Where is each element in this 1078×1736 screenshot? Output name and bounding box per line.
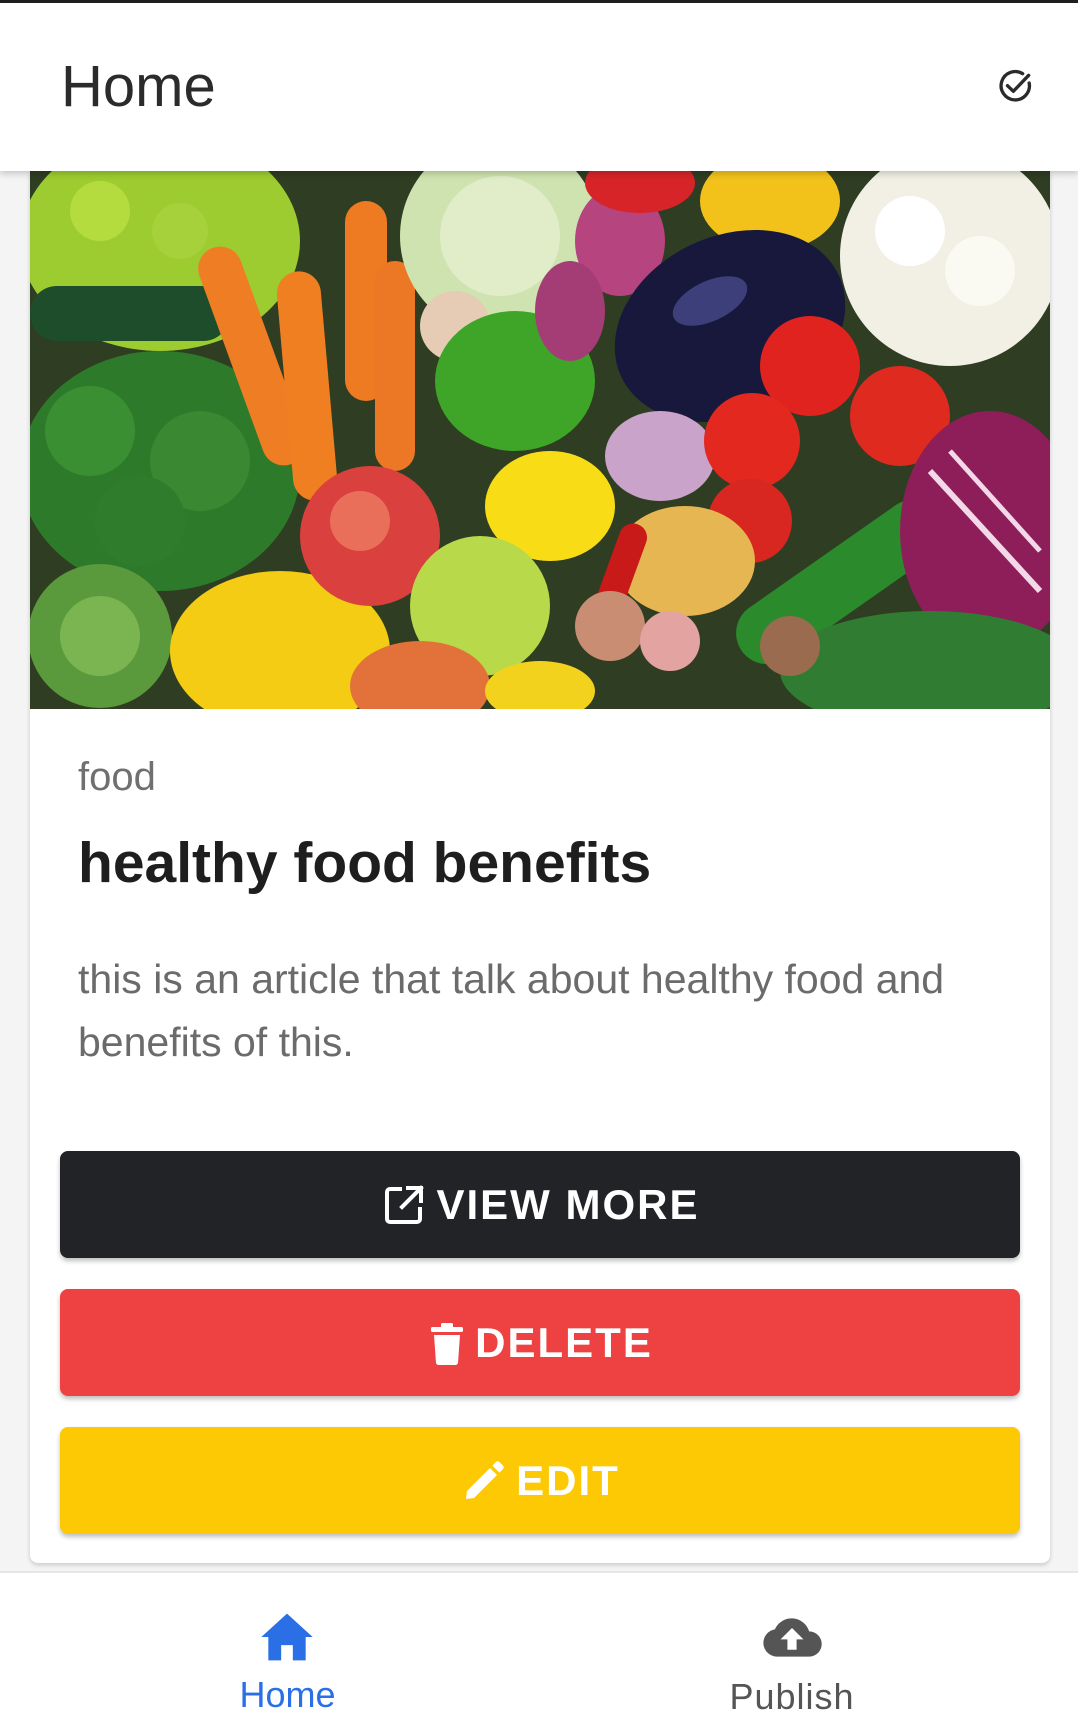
edit-button[interactable]: EDIT (60, 1427, 1020, 1534)
edit-label: EDIT (516, 1456, 620, 1504)
nav-item-home[interactable]: Home (0, 1573, 539, 1736)
screen: Home food healthy food benefits this is … (0, 0, 1078, 1736)
article-description: this is an article that talk about healt… (78, 956, 945, 1065)
nav-item-publish[interactable]: Publish (539, 1573, 1078, 1736)
page-title: Home (61, 54, 216, 119)
check-circle-icon (999, 69, 1032, 102)
delete-label: DELETE (475, 1318, 653, 1366)
check-button[interactable] (990, 61, 1040, 111)
view-more-button[interactable]: VIEW MORE (60, 1151, 1020, 1258)
home-icon (259, 1609, 315, 1665)
content-area: food healthy food benefits this is an ar… (0, 171, 1078, 1571)
article-category: food (78, 755, 156, 799)
article-image (30, 171, 1050, 709)
nav-publish-label: Publish (729, 1676, 855, 1717)
app-bar: Home (0, 3, 1078, 171)
delete-button[interactable]: DELETE (60, 1289, 1020, 1396)
cloud-upload-icon (760, 1613, 824, 1664)
pencil-icon (460, 1457, 508, 1505)
trash-icon (427, 1319, 467, 1367)
nav-home-label: Home (239, 1674, 336, 1715)
article-title: healthy food benefits (78, 831, 652, 895)
article-card: food healthy food benefits this is an ar… (30, 171, 1050, 1563)
view-more-label: VIEW MORE (436, 1180, 700, 1228)
bottom-navigation: Home Publish (0, 1571, 1078, 1736)
open-in-new-icon (380, 1181, 428, 1229)
